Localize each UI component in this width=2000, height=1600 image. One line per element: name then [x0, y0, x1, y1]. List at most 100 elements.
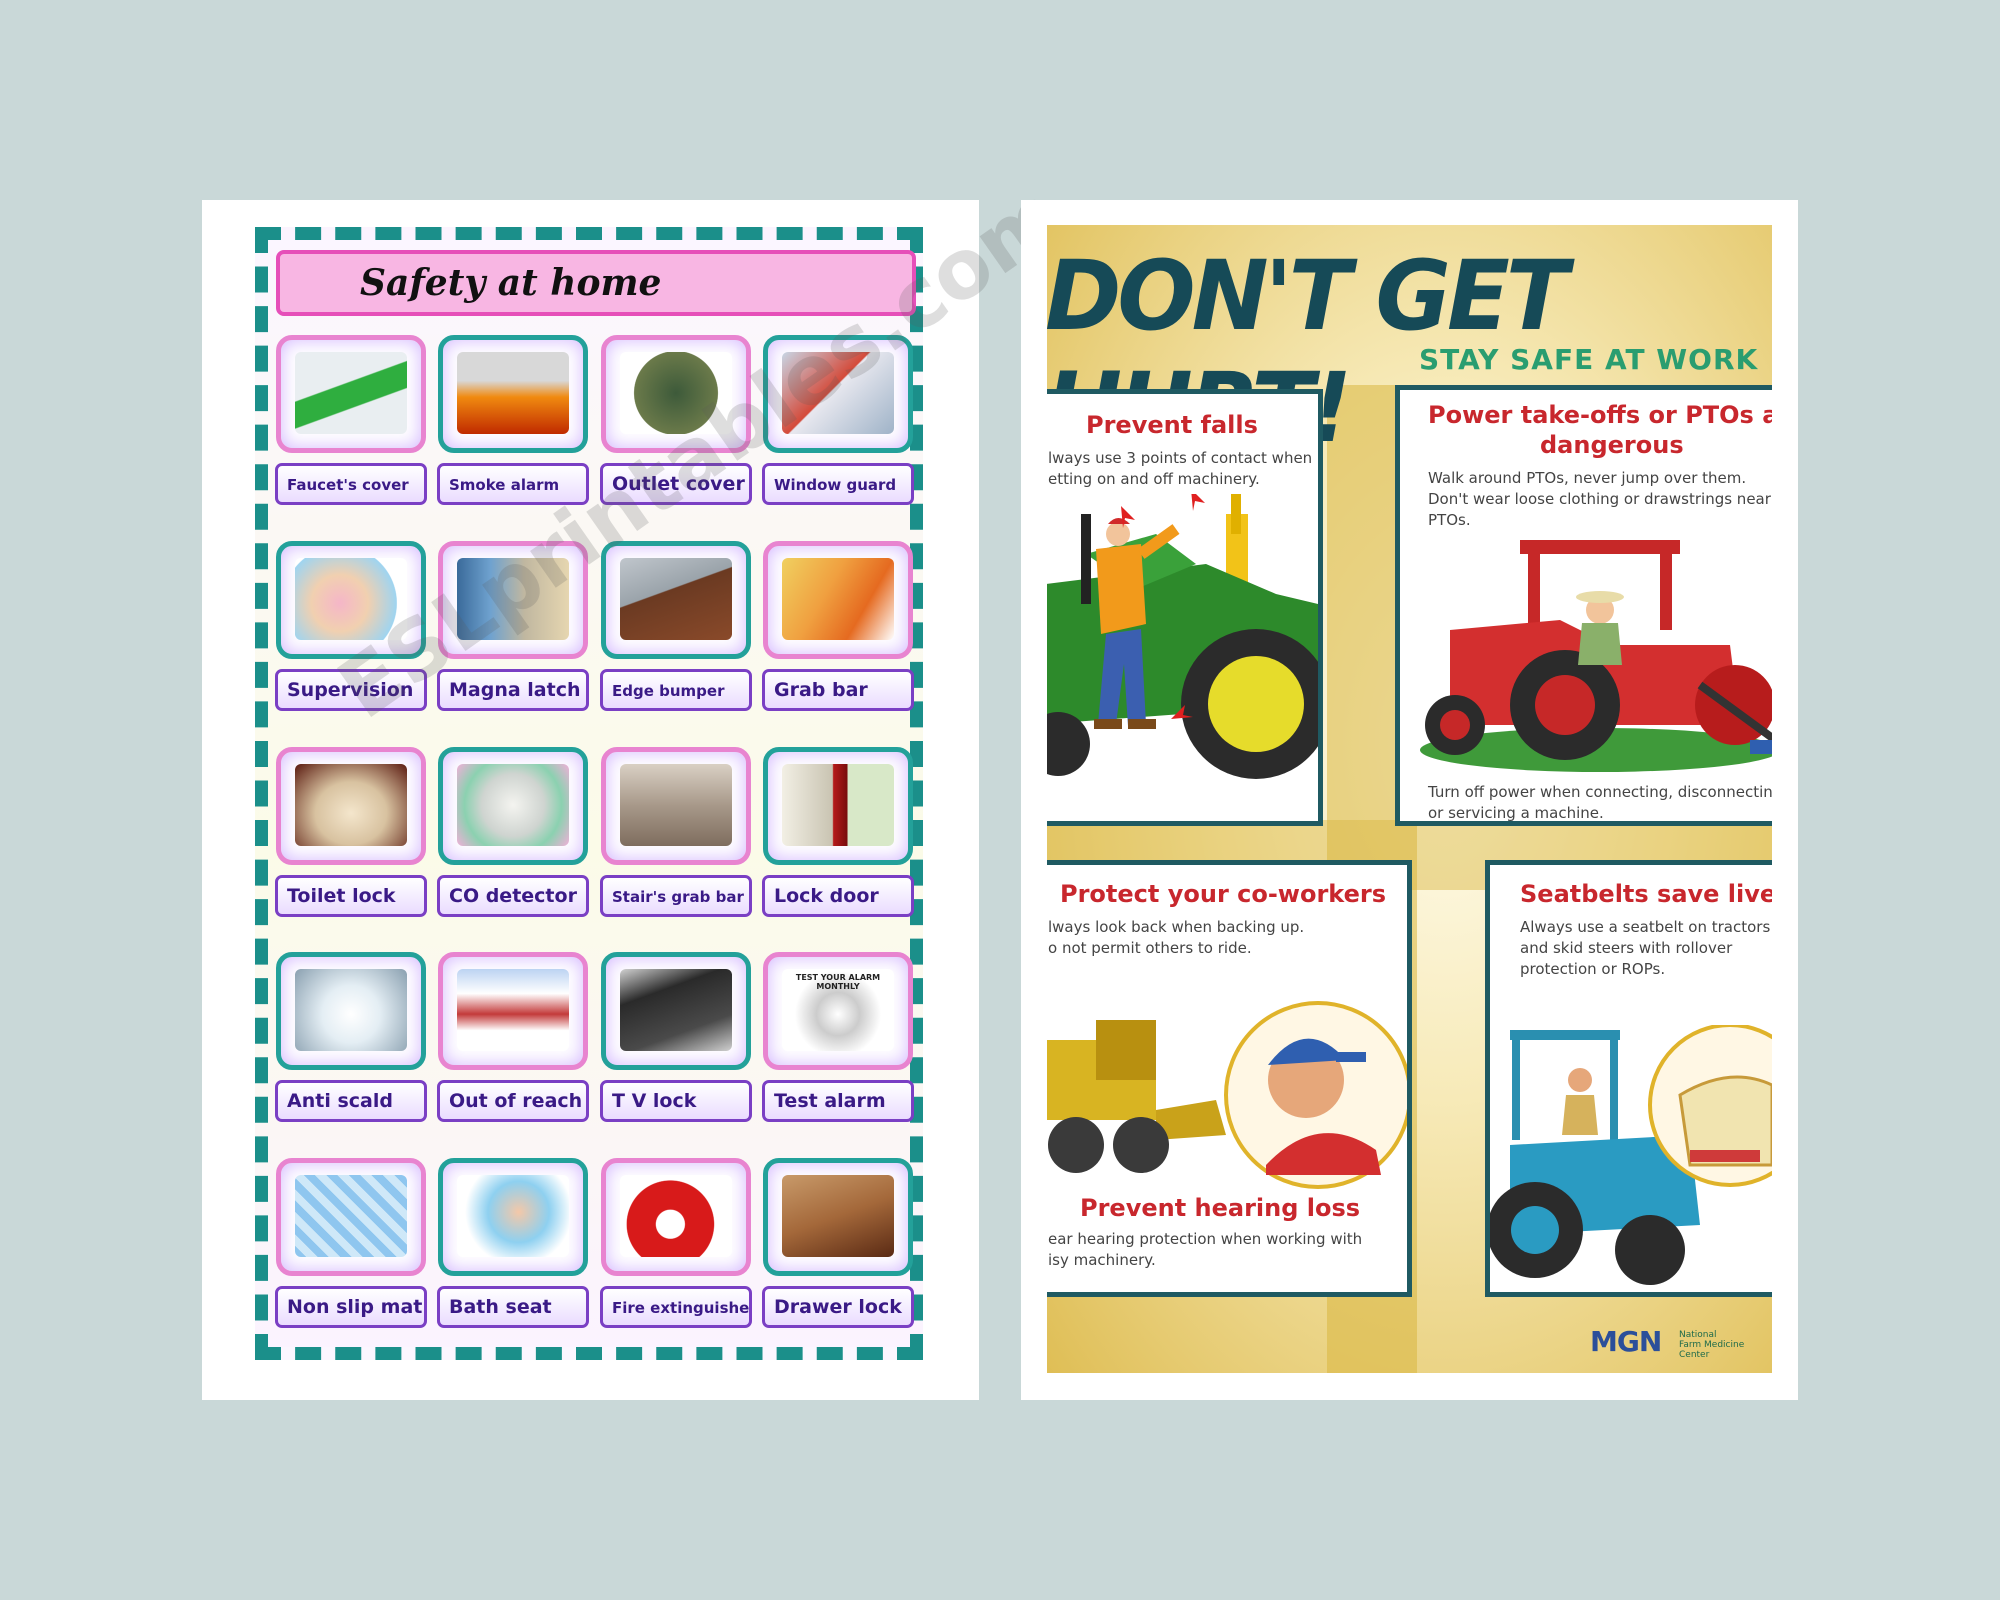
- pto-footer-2: or servicing a machine.: [1428, 804, 1604, 822]
- frog-faucet-cover-icon: [295, 352, 407, 434]
- hearing-loss-text-2: isy machinery.: [1048, 1251, 1156, 1269]
- skid-steer-and-worker-illustration: [1047, 1001, 1407, 1189]
- anti-scald-icon: [295, 969, 407, 1051]
- safety-item-picture: TEST YOUR ALARM MONTHLY: [763, 952, 913, 1070]
- safety-at-home-worksheet: Safety at home Faucet's cover Smoke alarm…: [202, 167, 1081, 1400]
- farm-safety-poster: DON'T GET HURT! STAY SAFE AT WORK Preven…: [1021, 200, 1798, 1400]
- worksheet-title-banner: Safety at home: [276, 250, 916, 316]
- grab-bar-icon: [782, 558, 894, 640]
- hearing-loss-text-1: ear hearing protection when working with: [1048, 1230, 1363, 1248]
- bath-seat-icon: [457, 1175, 569, 1257]
- safety-item-picture: [438, 1158, 588, 1276]
- panel-pto-dangerous: Power take-offs or PTOs are dangerous Wa…: [1395, 385, 1772, 826]
- fire-extinguisher-icon: [620, 1175, 732, 1257]
- safety-item-label: Fire extinguisher: [600, 1286, 752, 1328]
- safety-item-label: Window guard: [762, 463, 914, 505]
- safety-item-picture: [601, 1158, 751, 1276]
- non-slip-mat-icon: [295, 1175, 407, 1257]
- farmer-climbing-tractor-illustration: [1047, 494, 1318, 779]
- prevent-falls-heading: Prevent falls: [1086, 411, 1258, 439]
- safety-item-picture: [276, 541, 426, 659]
- safety-item-label: Stair's grab bar: [600, 875, 752, 917]
- door-lock-icon: [782, 764, 894, 846]
- stair-grab-bar-icon: [620, 764, 732, 846]
- tv-lock-icon: [620, 969, 732, 1051]
- magna-latch-icon: [457, 558, 569, 640]
- seatbelts-heading: Seatbelts save lives: [1520, 880, 1772, 908]
- safety-item-picture: [276, 335, 426, 453]
- safety-item-label: Outlet cover: [600, 463, 752, 505]
- prevent-falls-text-1: lways use 3 points of contact when: [1048, 449, 1313, 467]
- safety-item-label: Drawer lock: [762, 1286, 914, 1328]
- safety-item-label: Out of reach: [437, 1080, 589, 1122]
- safety-item-label: Bath seat: [437, 1286, 589, 1328]
- window-guard-icon: [782, 352, 894, 434]
- smoke-alarm-icon: [457, 352, 569, 434]
- coworkers-text-2: o not permit others to ride.: [1048, 939, 1252, 957]
- coworkers-text-1: lways look back when backing up.: [1048, 918, 1305, 936]
- seatbelts-text-3: protection or ROPs.: [1520, 960, 1666, 978]
- outlet-cover-icon: [620, 352, 732, 434]
- safety-item-picture: [601, 335, 751, 453]
- safety-item-picture: [276, 747, 426, 865]
- test-alarm-icon: TEST YOUR ALARM MONTHLY: [782, 969, 894, 1051]
- nfmc-line-1: National: [1679, 1330, 1717, 1340]
- safety-item-picture: [438, 335, 588, 453]
- safety-item-picture: [438, 541, 588, 659]
- poster-body: DON'T GET HURT! STAY SAFE AT WORK Preven…: [1047, 225, 1772, 1373]
- safety-item-label: Toilet lock: [275, 875, 427, 917]
- safety-item-label: Grab bar: [762, 669, 914, 711]
- safety-item-label: Smoke alarm: [437, 463, 589, 505]
- farm-medicine-center-logo: National Farm Medicine Center: [1679, 1330, 1744, 1360]
- blue-tractor-seatbelt-illustration: [1490, 1025, 1772, 1285]
- safety-item-picture: [763, 335, 913, 453]
- safety-item-picture: [438, 952, 588, 1070]
- panel-prevent-falls: Prevent falls lways use 3 points of cont…: [1047, 389, 1323, 826]
- safety-item-label: Lock door: [762, 875, 914, 917]
- safety-item-label: Supervision: [275, 669, 427, 711]
- safety-item-picture: [601, 952, 751, 1070]
- safety-item-label: T V lock: [600, 1080, 752, 1122]
- safety-item-label: Edge bumper: [600, 669, 752, 711]
- seatbelts-text-1: Always use a seatbelt on tractors: [1520, 918, 1771, 936]
- safety-item-picture: [438, 747, 588, 865]
- drawer-lock-icon: [782, 1175, 894, 1257]
- toilet-lock-icon: [295, 764, 407, 846]
- safety-item-label: Non slip mat: [275, 1286, 427, 1328]
- pto-body-1: Walk around PTOs, never jump over them.: [1428, 469, 1747, 487]
- out-of-reach-icon: [457, 969, 569, 1051]
- safety-item-picture: [763, 1158, 913, 1276]
- safety-item-label: Test alarm: [762, 1080, 914, 1122]
- red-tractor-pto-illustration: [1420, 540, 1772, 772]
- safety-item-picture: [601, 541, 751, 659]
- panel-seatbelts: Seatbelts save lives Always use a seatbe…: [1485, 860, 1772, 1297]
- safety-item-picture: [763, 747, 913, 865]
- safety-item-label: Faucet's cover: [275, 463, 427, 505]
- prevent-falls-text-2: etting on and off machinery.: [1048, 470, 1260, 488]
- safety-item-picture: [601, 747, 751, 865]
- coworkers-heading: Protect your co-workers: [1060, 880, 1387, 908]
- bath-supervision-icon: [295, 558, 407, 640]
- safety-item-picture: [763, 541, 913, 659]
- panel-protect-coworkers: Protect your co-workers lways look back …: [1047, 860, 1412, 1297]
- safety-item-label: CO detector: [437, 875, 589, 917]
- seatbelts-text-2: and skid steers with rollover: [1520, 939, 1733, 957]
- safety-item-picture: [276, 952, 426, 1070]
- safety-item-label: Magna latch: [437, 669, 589, 711]
- pto-heading-1: Power take-offs or PTOs are: [1428, 401, 1772, 429]
- nfmc-line-2: Farm Medicine: [1679, 1340, 1745, 1350]
- pto-footer-1: Turn off power when connecting, disconne…: [1428, 783, 1772, 801]
- worksheet-title: Safety at home: [360, 262, 662, 304]
- hearing-loss-heading: Prevent hearing loss: [1080, 1194, 1361, 1222]
- pto-heading-2: dangerous: [1540, 431, 1684, 459]
- poster-subtitle: STAY SAFE AT WORK: [1419, 343, 1759, 376]
- safety-item-picture: [276, 1158, 426, 1276]
- safety-item-label: Anti scald: [275, 1080, 427, 1122]
- nfmc-line-3: Center: [1679, 1350, 1710, 1360]
- test-alarm-card-text: TEST YOUR ALARM MONTHLY: [795, 973, 881, 991]
- edge-bumper-icon: [620, 558, 732, 640]
- pto-body-2: Don't wear loose clothing or drawstrings…: [1428, 490, 1771, 508]
- pto-body-3: PTOs.: [1428, 511, 1471, 529]
- mgn-logo: MGN: [1590, 1325, 1662, 1358]
- co-detector-icon: [457, 764, 569, 846]
